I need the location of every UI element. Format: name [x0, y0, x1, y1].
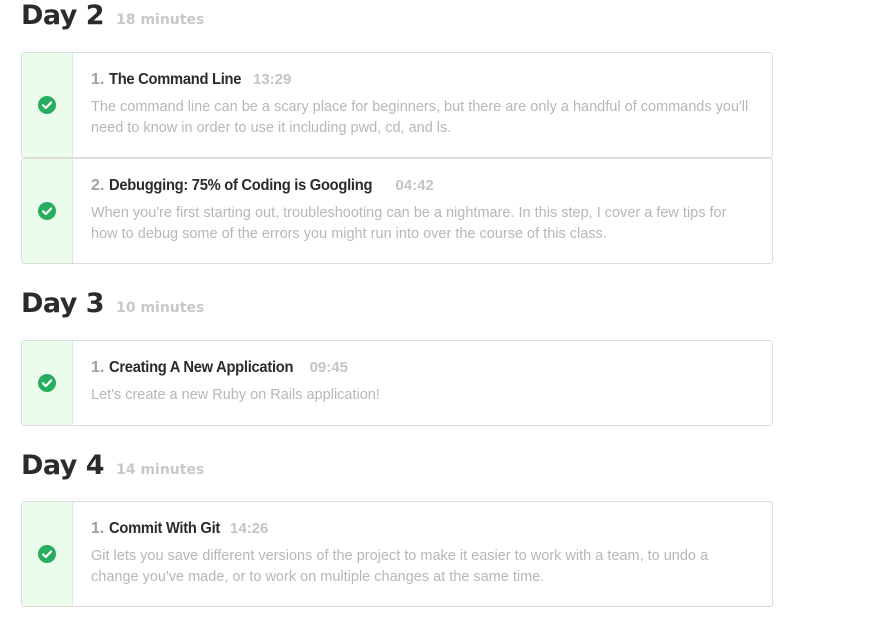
lesson-title-link[interactable]: The Command Line [109, 71, 241, 89]
check-circle-icon [38, 96, 56, 114]
lesson-number: 2. [91, 177, 105, 194]
lesson-number: 1. [91, 359, 105, 376]
day-duration: 18 minutes [116, 12, 205, 28]
lesson-duration: 04:42 [395, 177, 434, 194]
lesson-status [22, 341, 73, 425]
lesson-header: 1. Commit With Git 14:26 [91, 520, 772, 538]
lesson-number: 1. [91, 71, 105, 88]
lesson-status [22, 53, 73, 157]
lesson-title-link[interactable]: Debugging: 75% of Coding is Googling [109, 177, 372, 195]
lesson-card[interactable]: 1. Creating A New Application 09:45 Let'… [21, 340, 773, 426]
day-duration: 14 minutes [116, 462, 205, 478]
lesson-title-link[interactable]: Commit With Git [109, 520, 220, 538]
lesson-header: 1. The Command Line 13:29 [91, 71, 772, 89]
lesson-body: 1. The Command Line 13:29 The command li… [73, 53, 772, 157]
day-title: Day 4 [21, 450, 105, 481]
day-header: Day 2 18 minutes [21, 0, 204, 31]
lesson-description: The command line can be a scary place fo… [91, 99, 749, 136]
lesson-header: 1. Creating A New Application 09:45 [91, 359, 772, 377]
lesson-title-link[interactable]: Creating A New Application [109, 359, 293, 377]
lesson-body: 1. Commit With Git 14:26 Git lets you sa… [73, 502, 772, 606]
day-duration: 10 minutes [116, 300, 205, 316]
lesson-card[interactable]: 2. Debugging: 75% of Coding is Googling … [21, 158, 773, 264]
lesson-body: 1. Creating A New Application 09:45 Let'… [73, 341, 772, 425]
lesson-duration: 09:45 [309, 359, 348, 376]
lesson-card[interactable]: 1. Commit With Git 14:26 Git lets you sa… [21, 501, 773, 607]
check-circle-icon [38, 545, 56, 563]
lesson-description: When you're first starting out, troubles… [91, 205, 727, 242]
lesson-duration: 13:29 [253, 71, 292, 88]
check-circle-icon [38, 202, 56, 220]
check-circle-icon [38, 374, 56, 392]
lesson-description: Let's create a new Ruby on Rails applica… [91, 387, 380, 403]
lesson-card[interactable]: 1. The Command Line 13:29 The command li… [21, 52, 773, 158]
day-header: Day 3 10 minutes [21, 288, 204, 319]
day-title: Day 3 [21, 288, 105, 319]
lesson-status [22, 502, 73, 606]
lesson-number: 1. [91, 520, 105, 537]
day-title: Day 2 [21, 0, 105, 31]
lesson-status [22, 159, 73, 263]
day-header: Day 4 14 minutes [21, 450, 204, 481]
lesson-header: 2. Debugging: 75% of Coding is Googling … [91, 177, 772, 195]
lesson-duration: 14:26 [230, 520, 269, 537]
lesson-description: Git lets you save different versions of … [91, 548, 709, 585]
lesson-body: 2. Debugging: 75% of Coding is Googling … [73, 159, 772, 263]
